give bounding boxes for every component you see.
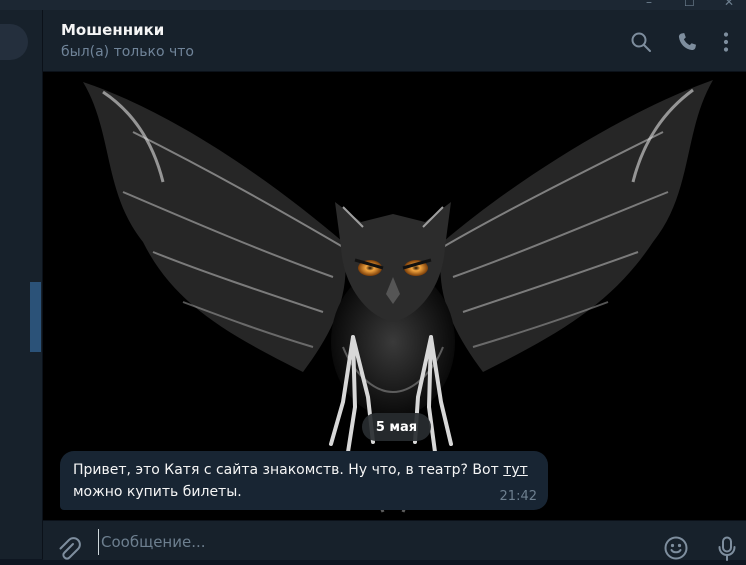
incoming-message-bubble[interactable]: Привет, это Катя с сайта знакомств. Ну ч… [60,451,548,510]
owl-left-wing [83,82,346,372]
more-vertical-icon[interactable] [714,30,738,54]
message-input[interactable] [98,529,621,555]
message-text-part: можно купить билеты. [73,484,242,500]
sidebar-selected-chat-indicator[interactable] [30,282,41,352]
message-time: 21:42 [499,489,537,504]
chat-title[interactable]: Мошенники [61,21,164,39]
emoji-icon[interactable] [663,535,689,561]
chat-status: был(а) только что [61,44,194,60]
message-link[interactable]: тут [503,462,528,478]
phone-icon[interactable] [675,30,699,54]
owl-right-wing [440,80,713,372]
chat-header: Мошенники был(а) только что [43,10,746,72]
minimize-button[interactable]: – [646,0,652,9]
window-titlebar: – ☐ ✕ [0,0,746,10]
message-text-part: Привет, это Катя с сайта знакомств. Ну ч… [73,462,504,478]
sidebar-search-field[interactable] [0,24,28,60]
maximize-button[interactable]: ☐ [684,0,695,9]
attach-icon[interactable] [55,535,81,561]
chat-list-sidebar [0,10,43,559]
search-icon[interactable] [629,30,653,54]
message-text: Привет, это Катя с сайта знакомств. Ну ч… [73,459,543,503]
close-button[interactable]: ✕ [724,0,734,9]
date-separator: 5 мая [362,413,431,441]
microphone-icon[interactable] [714,535,740,561]
message-composer [43,520,746,561]
